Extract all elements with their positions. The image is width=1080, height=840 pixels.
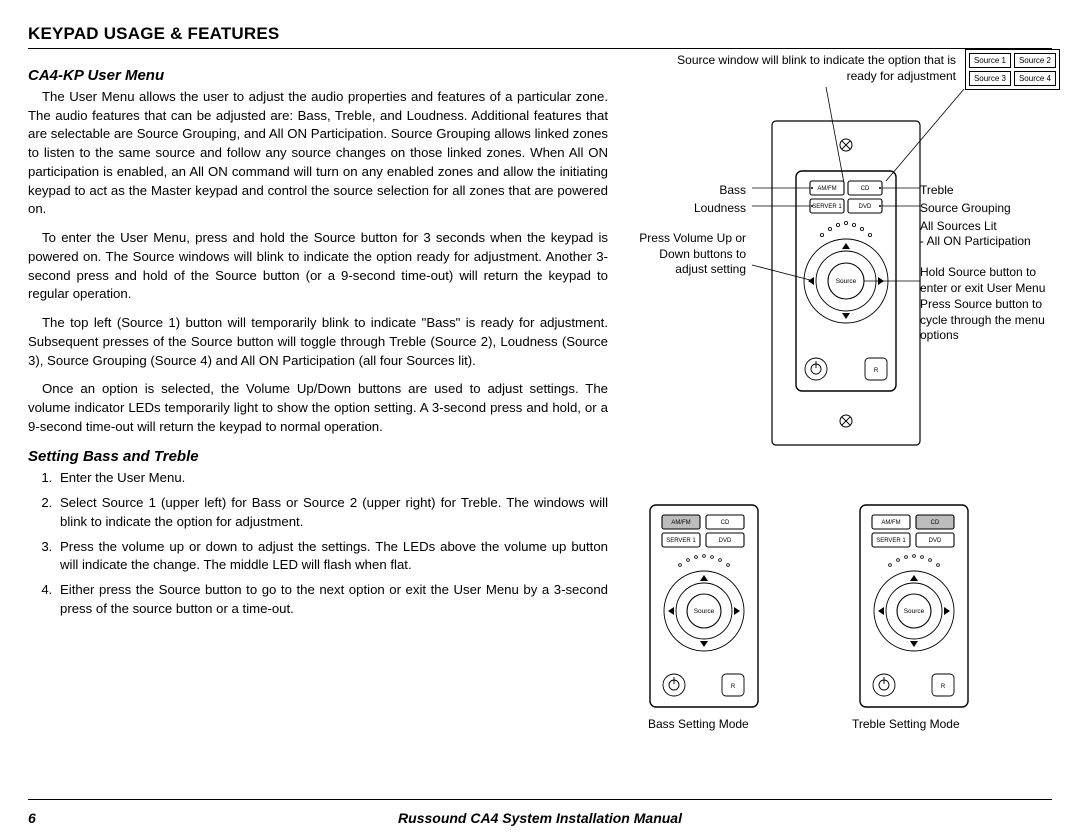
hold-note-1: Hold Source button to enter or exit User… — [920, 265, 1056, 296]
treble-mode-caption: Treble Setting Mode — [852, 717, 960, 733]
paragraph: The top left (Source 1) button will temp… — [28, 314, 608, 370]
svg-text:CD: CD — [721, 520, 730, 526]
svg-text:R: R — [941, 684, 946, 690]
svg-text:Source: Source — [836, 278, 857, 285]
svg-text:SERVER 1: SERVER 1 — [812, 204, 842, 210]
paragraph: The User Menu allows the user to adjust … — [28, 88, 608, 219]
main-keypad-diagram: AM/FM CD SERVER 1 DVD — [766, 115, 926, 455]
svg-text:DVD: DVD — [719, 538, 732, 544]
svg-text:R: R — [874, 368, 879, 374]
list-item: Either press the Source button to go to … — [56, 581, 608, 618]
svg-text:DVD: DVD — [929, 538, 942, 544]
paragraph: Once an option is selected, the Volume U… — [28, 380, 608, 436]
bass-label: Bass — [696, 183, 746, 199]
page-section-header: KEYPAD USAGE & FEATURES — [28, 24, 1052, 44]
svg-text:SERVER 1: SERVER 1 — [666, 538, 696, 544]
divider — [28, 48, 1052, 49]
svg-text:AM/FM: AM/FM — [817, 186, 836, 192]
bass-mode-caption: Bass Setting Mode — [648, 717, 749, 733]
list-item: Select Source 1 (upper left) for Bass or… — [56, 494, 608, 531]
hold-note-2: Press Source button to cycle through the… — [920, 297, 1056, 344]
paragraph: To enter the User Menu, press and hold t… — [28, 229, 608, 304]
right-column: Source window will blink to indicate the… — [626, 55, 1052, 625]
source-grouping-label: Source Grouping — [920, 201, 1011, 217]
volume-note: Press Volume Up or Down buttons to adjus… — [626, 231, 746, 278]
section-2-title: Setting Bass and Treble — [28, 448, 608, 465]
svg-text:DVD: DVD — [859, 204, 872, 210]
svg-text:AM/FM: AM/FM — [881, 520, 900, 526]
section-1-title: CA4-KP User Menu — [28, 67, 608, 84]
steps-list: Enter the User Menu. Select Source 1 (up… — [28, 469, 608, 618]
list-item: Enter the User Menu. — [56, 469, 608, 488]
all-on-label: - All ON Participation — [920, 234, 1031, 250]
all-sources-label: All Sources Lit — [920, 219, 997, 235]
left-column: CA4-KP User Menu The User Menu allows th… — [28, 55, 608, 625]
small-keypads: AM/FM CD SERVER 1 DVD Source — [640, 505, 1060, 745]
page-number: 6 — [28, 810, 58, 826]
svg-text:Source: Source — [694, 608, 715, 615]
loudness-label: Loudness — [672, 201, 746, 217]
list-item: Press the volume up or down to adjust th… — [56, 538, 608, 575]
page-footer: 6 Russound CA4 System Installation Manua… — [28, 810, 1052, 826]
svg-text:SERVER 1: SERVER 1 — [876, 538, 906, 544]
footer-title: Russound CA4 System Installation Manual — [58, 810, 1022, 826]
svg-text:CD: CD — [861, 186, 870, 192]
divider — [28, 799, 1052, 800]
svg-text:CD: CD — [931, 520, 940, 526]
svg-text:R: R — [731, 684, 736, 690]
svg-text:AM/FM: AM/FM — [671, 520, 690, 526]
svg-text:Source: Source — [904, 608, 925, 615]
